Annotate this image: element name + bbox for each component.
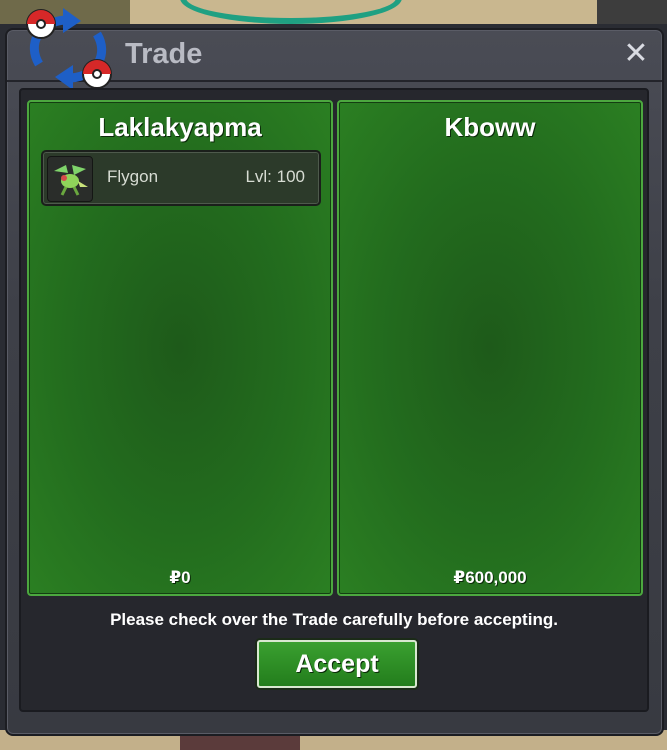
pokemon-name: Flygon <box>107 167 159 186</box>
trade-swap-icon <box>26 8 112 90</box>
left-player-name: Laklakyapma <box>98 112 262 142</box>
pokemon-offer-item[interactable]: Flygon Lvl: 100 <box>41 150 321 206</box>
window-title: Trade <box>125 38 203 70</box>
trade-window: Trade ✕ Laklakyapma Flygon Lvl: 100 ₽0 K… <box>5 8 664 736</box>
accept-button[interactable]: Accept <box>257 640 417 688</box>
left-money-amount: ₽0 <box>169 568 191 587</box>
left-trade-panel: Laklakyapma Flygon Lvl: 100 ₽0 <box>27 100 333 596</box>
title-bar[interactable]: Trade ✕ <box>7 8 662 90</box>
pokemon-level: Lvl: 100 <box>245 167 305 186</box>
close-icon[interactable]: ✕ <box>622 39 650 69</box>
trade-notice: Please check over the Trade carefully be… <box>110 610 558 629</box>
right-money-amount: ₽600,000 <box>453 568 527 587</box>
flygon-sprite-icon <box>47 156 93 202</box>
trade-content: Laklakyapma Flygon Lvl: 100 ₽0 Kboww ₽60… <box>19 88 649 712</box>
right-trade-panel: Kboww ₽600,000 <box>337 100 643 596</box>
right-player-name: Kboww <box>444 112 536 142</box>
